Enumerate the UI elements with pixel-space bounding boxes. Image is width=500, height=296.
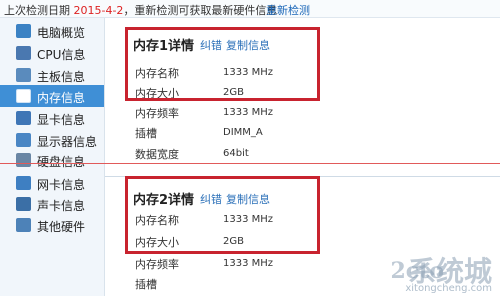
separator-line [0,163,500,164]
memory1-slot-key: 插槽 [135,127,157,140]
memory2-slot-key: 插槽 [135,278,157,291]
other-hardware-icon [16,218,31,232]
memory1-width-value: 64bit [223,148,249,159]
memory1-slot-value: DIMM_A [223,127,263,138]
sidebar-item-label: 主板信息 [37,70,86,84]
sidebar-item-network[interactable]: 网卡信息 [0,172,104,194]
memory2-freq-value: 1333 MHz [223,258,274,269]
sidebar-item-motherboard[interactable]: 主板信息 [0,64,104,86]
watermark-url: xitongcheng.com [405,283,492,294]
motherboard-icon [16,68,31,82]
sidebar-item-label: 显卡信息 [37,113,86,127]
last-check-date: 2015-4-2 [73,4,124,17]
sidebar-item-label: 显示器信息 [37,135,98,149]
sidebar-item-sound[interactable]: 声卡信息 [0,193,104,215]
memory2-freq-key: 内存频率 [135,258,179,271]
sidebar-item-label: 网卡信息 [37,178,86,192]
network-card-icon [16,176,31,190]
computer-icon [16,24,31,38]
harddisk-icon [16,153,31,167]
cpu-icon [16,46,31,60]
monitor-icon [16,133,31,147]
memory1-width-key: 数据宽度 [135,148,179,161]
last-check-label: 上次检测日期 [4,4,70,17]
sidebar-item-harddisk[interactable]: 硬盘信息 [0,149,104,171]
memory1-freq-value: 1333 MHz [223,107,274,118]
sidebar-item-graphics[interactable]: 显卡信息 [0,107,104,129]
recheck-notice: ，重新检测可获取最新硬件信息 [123,4,278,17]
memory2-highlight-box [125,176,320,254]
memory-icon [16,89,31,103]
graphics-card-icon [16,111,31,125]
memory1-freq-key: 内存频率 [135,107,179,120]
sidebar-item-memory[interactable]: 内存信息 [0,85,104,107]
sidebar-item-cpu[interactable]: CPU信息 [0,42,104,64]
sidebar: 电脑概览 CPU信息 主板信息 内存信息 显卡信息 显示器信息 硬盘信息 网卡信… [0,18,105,296]
sidebar-item-other[interactable]: 其他硬件 [0,214,104,236]
sidebar-item-label: 声卡信息 [37,199,86,213]
last-check-text: 上次检测日期 2015-4-2，重新检测可获取最新硬件信息 [4,2,277,18]
sidebar-item-label: CPU信息 [37,48,86,62]
sidebar-item-monitor[interactable]: 显示器信息 [0,129,104,151]
sidebar-item-label: 硬盘信息 [37,155,86,169]
top-info-bar: 上次检测日期 2015-4-2，重新检测可获取最新硬件信息 重新检测 [0,0,500,18]
sidebar-item-label: 电脑概览 [37,26,86,40]
sound-card-icon [16,197,31,211]
recheck-link[interactable]: 重新检测 [266,2,310,18]
sidebar-item-overview[interactable]: 电脑概览 [0,20,104,42]
sidebar-item-label: 其他硬件 [37,220,86,234]
memory1-highlight-box [125,27,320,101]
sidebar-item-label: 内存信息 [37,91,86,105]
